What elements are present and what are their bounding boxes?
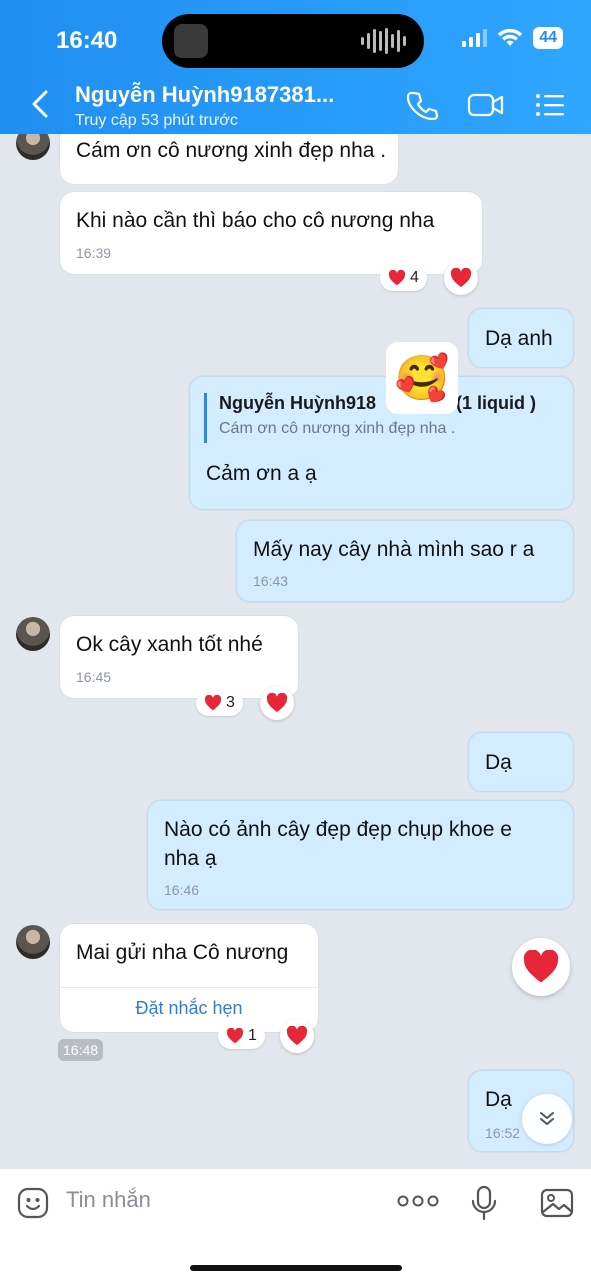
contact-avatar[interactable]	[16, 617, 50, 651]
reaction-summary[interactable]: 1	[218, 1023, 265, 1049]
react-heart-button[interactable]	[260, 686, 294, 720]
double-chevron-down-icon	[540, 1112, 554, 1125]
home-indicator	[190, 1265, 402, 1271]
set-reminder-link[interactable]: Đặt nhắc hẹn	[60, 998, 318, 1019]
heart-icon	[286, 1026, 308, 1046]
message-bubble-incoming[interactable]: Cám ơn cô nương xinh đẹp nha .	[60, 134, 398, 184]
message-time: 16:39	[76, 245, 112, 261]
message-bubble-incoming[interactable]: Mai gửi nha Cô nương Đặt nhắc hẹn	[60, 924, 318, 1032]
message-time: 16:43	[253, 573, 289, 589]
reaction-summary[interactable]: 4	[380, 265, 427, 291]
message-bubble-outgoing[interactable]: Dạ anh	[468, 308, 574, 368]
back-button[interactable]	[26, 86, 56, 122]
message-text: Dạ	[485, 1088, 512, 1111]
dynamic-island	[162, 14, 424, 68]
contact-name[interactable]: Nguyễn Huỳnh9187381...	[75, 82, 334, 108]
phone-icon[interactable]	[405, 88, 439, 122]
quick-heart-button[interactable]	[512, 938, 570, 996]
message-time: 16:48	[58, 1039, 104, 1061]
message-list[interactable]: Cám ơn cô nương xinh đẹp nha . Khi nào c…	[0, 134, 591, 1168]
heart-icon	[266, 693, 288, 713]
message-text-line: Nào có ảnh cây đẹp đẹp chụp khoe e	[164, 818, 512, 841]
contact-avatar[interactable]	[16, 134, 50, 160]
status-icons: 44	[462, 27, 563, 49]
bubble-divider	[60, 987, 318, 988]
quoted-sender: Nguyễn Huỳnh918 (1 liquid )	[219, 393, 537, 413]
smiling-hearts-sticker[interactable]: 🥰	[386, 342, 458, 414]
battery-indicator: 44	[533, 27, 563, 49]
message-time: 16:45	[76, 669, 112, 685]
image-gallery-icon[interactable]	[539, 1186, 575, 1220]
message-text: Mấy nay cây nhà mình sao r a	[253, 538, 535, 561]
status-time: 16:40	[56, 27, 118, 54]
video-call-icon[interactable]	[466, 88, 506, 122]
quoted-message[interactable]: Nguyễn Huỳnh918 (1 liquid ) Cám ơn cô nươ…	[204, 393, 536, 443]
microphone-icon[interactable]	[470, 1184, 498, 1222]
reaction-count: 3	[226, 694, 235, 711]
heart-icon	[388, 270, 406, 286]
message-input[interactable]: Tin nhắn	[66, 1187, 151, 1213]
cell-signal-icon	[462, 29, 488, 47]
heart-icon	[204, 695, 222, 711]
chat-header: 16:40 44 Nguyễn Huỳnh9187381... Truy cập…	[0, 0, 591, 134]
contact-avatar[interactable]	[16, 925, 50, 959]
message-text: Khi nào cần thì báo cho cô nương nha	[76, 209, 435, 232]
quoted-text: Cám ơn cô nương xinh đẹp nha .	[219, 420, 456, 437]
message-text: Ok cây xanh tốt nhé	[76, 633, 263, 656]
contact-last-seen: Truy cập 53 phút trước	[75, 112, 238, 129]
message-time: 16:52	[485, 1125, 521, 1141]
message-bubble-outgoing[interactable]: Dạ	[468, 732, 574, 792]
message-text: Cảm ơn a ạ	[206, 462, 317, 485]
reaction-count: 1	[248, 1027, 257, 1044]
reaction-count: 4	[410, 269, 419, 286]
message-time: 16:46	[164, 882, 200, 898]
message-bubble-incoming[interactable]: Khi nào cần thì báo cho cô nương nha 16:…	[60, 192, 482, 274]
heart-icon	[226, 1028, 244, 1044]
sticker-emoji-icon[interactable]	[16, 1186, 50, 1220]
message-bubble-reply[interactable]: Nguyễn Huỳnh918 (1 liquid ) Cám ơn cô nươ…	[189, 376, 574, 510]
message-bubble-outgoing[interactable]: Nào có ảnh cây đẹp đẹp chụp khoe e nha ạ…	[147, 800, 574, 910]
menu-list-icon[interactable]	[533, 88, 567, 122]
more-options-icon[interactable]	[397, 1193, 439, 1209]
wifi-icon	[498, 28, 523, 46]
audio-wave-icon	[361, 28, 406, 54]
message-text: Mai gửi nha Cô nương	[76, 941, 289, 964]
message-composer: Tin nhắn	[0, 1168, 591, 1280]
back-arrow-icon	[32, 90, 48, 118]
message-bubble-outgoing[interactable]: Mấy nay cây nhà mình sao r a 16:43	[236, 520, 574, 602]
scroll-to-bottom-button[interactable]	[522, 1094, 572, 1144]
message-text: Dạ	[485, 751, 512, 774]
message-bubble-incoming[interactable]: Ok cây xanh tốt nhé 16:45	[60, 616, 298, 698]
react-heart-button[interactable]	[444, 261, 478, 295]
react-heart-button[interactable]	[280, 1019, 314, 1053]
message-text-line: nha ạ	[164, 847, 217, 870]
message-text: Dạ anh	[485, 327, 553, 350]
heart-icon	[450, 268, 472, 288]
message-text: Cám ơn cô nương xinh đẹp nha .	[76, 139, 387, 162]
media-thumbnail	[174, 24, 208, 58]
heart-icon	[523, 950, 559, 983]
reaction-summary[interactable]: 3	[196, 690, 243, 716]
